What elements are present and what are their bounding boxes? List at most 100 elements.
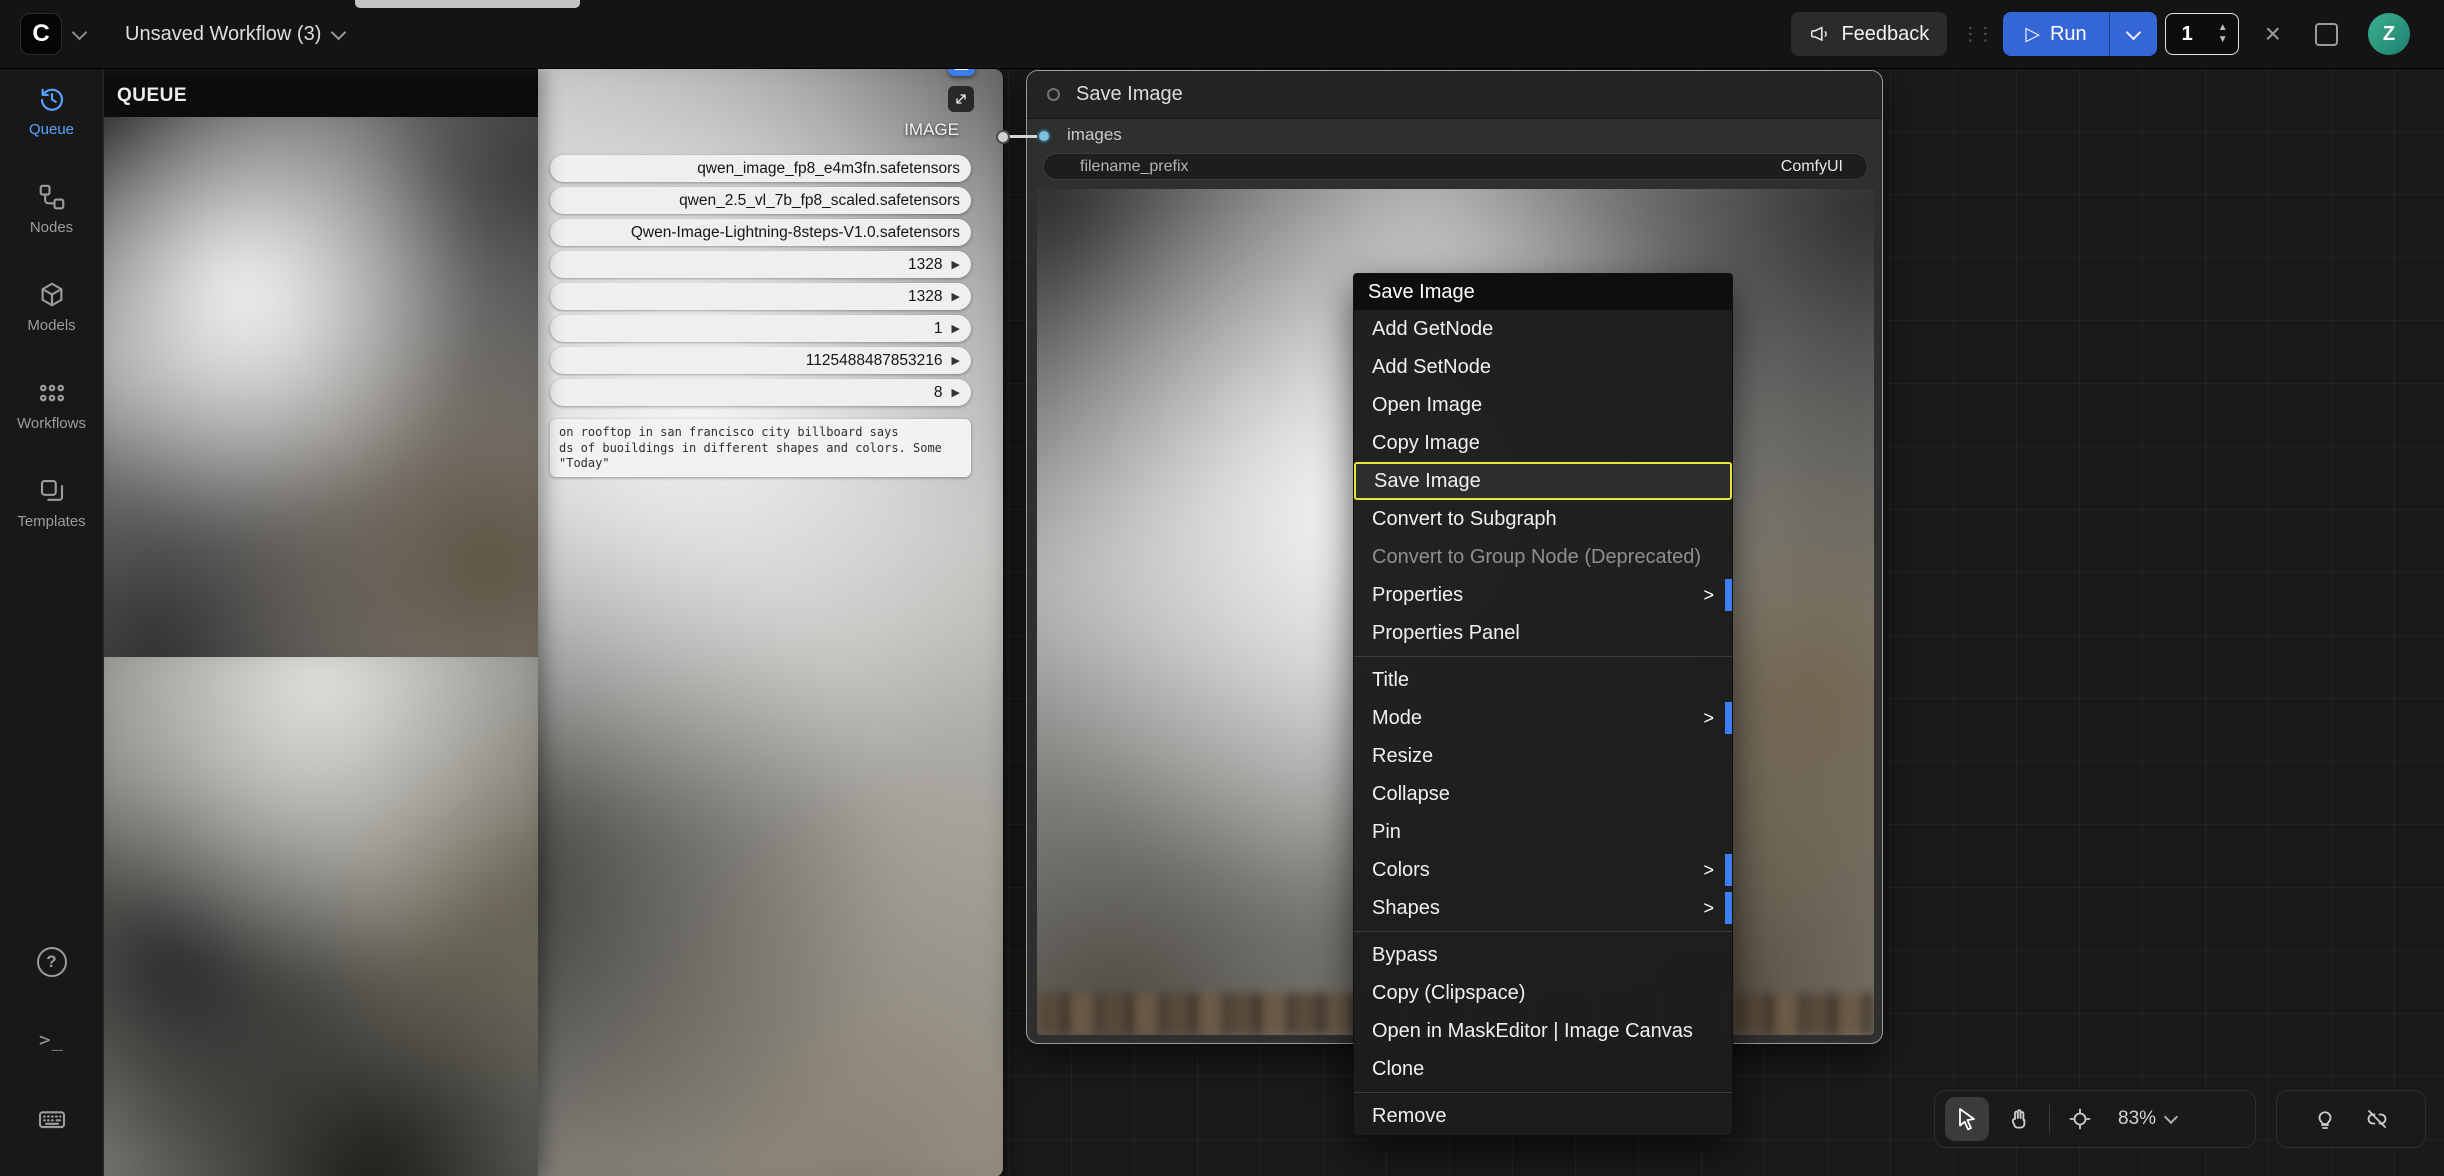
cursor-icon xyxy=(1955,1107,1979,1131)
terminal-button[interactable]: >_ xyxy=(39,1029,64,1051)
widget-lora-name[interactable]: Qwen-Image-Lightning-8steps-V1.0.safeten… xyxy=(550,219,971,246)
menu-item-properties-panel[interactable]: Properties Panel xyxy=(1354,614,1732,652)
tips-toggle-button[interactable] xyxy=(2303,1097,2347,1141)
menu-item-shapes[interactable]: Shapes> xyxy=(1354,889,1732,927)
menu-item-add-getnode[interactable]: Add GetNode xyxy=(1354,310,1732,348)
menu-item-save-image[interactable]: Save Image xyxy=(1354,462,1732,500)
link-off-icon xyxy=(2365,1107,2389,1131)
fit-view-button[interactable] xyxy=(2058,1097,2102,1141)
menu-separator xyxy=(1354,1092,1732,1093)
submenu-indicator xyxy=(1725,854,1732,886)
menu-item-colors[interactable]: Colors> xyxy=(1354,851,1732,889)
menu-item-collapse[interactable]: Collapse xyxy=(1354,775,1732,813)
focus-crosshair-icon xyxy=(2068,1107,2092,1131)
sidebar-item-nodes[interactable]: Nodes xyxy=(0,182,103,236)
stepper-down-icon[interactable]: ▼ xyxy=(2218,35,2228,45)
menu-item-clone[interactable]: Clone xyxy=(1354,1050,1732,1088)
top-window-strip xyxy=(355,0,580,8)
filename-prefix-widget[interactable]: filename_prefix ComfyUI xyxy=(1043,153,1868,180)
menu-item-open-in-maskeditor[interactable]: Open in MaskEditor | Image Canvas xyxy=(1354,1012,1732,1050)
node-title: Save Image xyxy=(1076,83,1183,106)
queue-panel-header: QUEUE xyxy=(103,75,538,117)
widget-height[interactable]: 1328▶ xyxy=(550,283,971,310)
increment-arrow-icon[interactable]: ▶ xyxy=(952,354,960,367)
run-button[interactable]: ▷ Run xyxy=(2003,12,2108,56)
play-icon: ▷ xyxy=(2025,23,2040,46)
app-sidebar: Queue Nodes Models Workfl xyxy=(0,68,104,1176)
lightbulb-icon xyxy=(2313,1107,2337,1131)
widget-width[interactable]: 1328▶ xyxy=(550,251,971,278)
prompt-textarea[interactable]: on rooftop in san francisco city billboa… xyxy=(550,419,971,477)
batch-count-stepper[interactable]: 1 ▲ ▼ xyxy=(2165,13,2239,55)
queue-panel: QUEUE xyxy=(103,68,538,1176)
menu-item-bypass[interactable]: Bypass xyxy=(1354,936,1732,974)
chevron-down-icon xyxy=(2164,1110,2178,1124)
submenu-indicator xyxy=(1725,892,1732,924)
zoom-level: 83% xyxy=(2118,1108,2156,1130)
image-output-label: IMAGE xyxy=(904,120,959,140)
menu-item-convert-to-subgraph[interactable]: Convert to Subgraph xyxy=(1354,500,1732,538)
batch-count-value: 1 xyxy=(2182,23,2193,46)
run-options-button[interactable] xyxy=(2110,12,2157,56)
image-output-slot[interactable] xyxy=(996,130,1010,144)
menu-item-resize[interactable]: Resize xyxy=(1354,737,1732,775)
sidebar-item-workflows[interactable]: Workflows xyxy=(0,378,103,432)
workflows-icon xyxy=(37,378,67,408)
logo-menu-chevron-icon[interactable] xyxy=(72,24,88,40)
comfyui-logo[interactable]: C xyxy=(20,13,62,55)
increment-arrow-icon[interactable]: ▶ xyxy=(952,290,960,303)
submenu-arrow-icon: > xyxy=(1703,889,1714,927)
save-image-node-header[interactable]: Save Image xyxy=(1027,71,1882,119)
queue-item-thumbnail[interactable] xyxy=(103,657,538,1176)
drag-handle-icon[interactable]: ⋮⋮ xyxy=(1961,24,1991,45)
keyboard-icon xyxy=(36,1103,68,1135)
run-button-group: ▷ Run xyxy=(2003,12,2156,56)
widget-clip-name[interactable]: qwen_2.5_vl_7b_fp8_scaled.safetensors xyxy=(550,187,971,214)
cancel-run-button[interactable]: × xyxy=(2265,20,2281,48)
widget-steps[interactable]: 8▶ xyxy=(550,379,971,406)
queue-panel-title: QUEUE xyxy=(117,85,187,107)
top-menubar: C Unsaved Workflow (3) Feedback ⋮⋮ ▷ Run… xyxy=(0,0,2444,69)
sidebar-item-queue[interactable]: Queue xyxy=(0,84,103,138)
menu-item-mode[interactable]: Mode> xyxy=(1354,699,1732,737)
widget-model-name[interactable]: qwen_image_fp8_e4m3fn.safetensors xyxy=(550,155,971,182)
shortcuts-button[interactable] xyxy=(36,1103,68,1140)
workflow-title: Unsaved Workflow (3) xyxy=(125,23,321,46)
collapse-node-icon[interactable] xyxy=(1047,88,1060,101)
queue-item-thumbnail[interactable] xyxy=(103,117,538,657)
menu-item-properties[interactable]: Properties> xyxy=(1354,576,1732,614)
images-input-slot[interactable] xyxy=(1037,129,1051,143)
expand-preview-button[interactable] xyxy=(948,86,974,112)
sidebar-item-templates[interactable]: Templates xyxy=(0,476,103,530)
queue-history-icon xyxy=(37,84,67,114)
widget-name: filename_prefix xyxy=(1080,158,1189,176)
menu-item-remove[interactable]: Remove xyxy=(1354,1097,1732,1135)
increment-arrow-icon[interactable]: ▶ xyxy=(952,322,960,335)
pan-tool-button[interactable] xyxy=(1997,1097,2041,1141)
megaphone-icon xyxy=(1809,23,1831,45)
increment-arrow-icon[interactable]: ▶ xyxy=(952,386,960,399)
feedback-button[interactable]: Feedback xyxy=(1791,12,1947,56)
user-avatar[interactable]: Z xyxy=(2368,13,2410,55)
expand-icon xyxy=(953,91,969,107)
chevron-down-icon xyxy=(331,24,347,40)
menu-item-add-setnode[interactable]: Add SetNode xyxy=(1354,348,1732,386)
menu-item-title[interactable]: Title xyxy=(1354,661,1732,699)
select-tool-button[interactable] xyxy=(1945,1097,1989,1141)
menu-item-copy-image[interactable]: Copy Image xyxy=(1354,424,1732,462)
zoom-control[interactable]: 83% xyxy=(2110,1108,2184,1130)
widget-batch[interactable]: 1▶ xyxy=(550,315,971,342)
workflow-title-menu[interactable]: Unsaved Workflow (3) xyxy=(125,23,344,46)
canvas-toggles-toolbar xyxy=(2276,1090,2426,1148)
widget-value: ComfyUI xyxy=(1781,158,1843,176)
widget-seed[interactable]: 1125488487853216▶ xyxy=(550,347,971,374)
stepper-up-icon[interactable]: ▲ xyxy=(2218,23,2228,33)
toggle-links-button[interactable] xyxy=(2355,1097,2399,1141)
sidebar-item-models[interactable]: Models xyxy=(0,280,103,334)
help-button[interactable]: ? xyxy=(37,947,67,977)
increment-arrow-icon[interactable]: ▶ xyxy=(952,258,960,271)
menu-item-copy-clipspace[interactable]: Copy (Clipspace) xyxy=(1354,974,1732,1012)
menu-item-pin[interactable]: Pin xyxy=(1354,813,1732,851)
menu-item-open-image[interactable]: Open Image xyxy=(1354,386,1732,424)
queue-overlay-toggle-icon[interactable] xyxy=(2315,23,2338,46)
